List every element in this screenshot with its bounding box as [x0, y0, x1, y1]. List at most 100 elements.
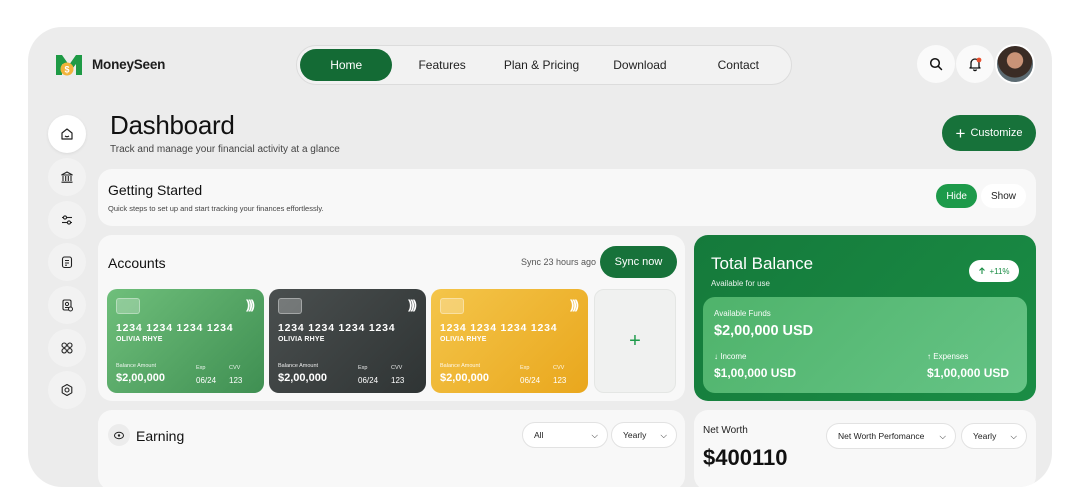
svg-text:$: $ [64, 65, 69, 75]
card-exp: 06/24 [520, 376, 541, 385]
accounts-title: Accounts [108, 255, 166, 271]
nav-contact[interactable]: Contact [689, 49, 788, 81]
bank-icon [61, 171, 73, 183]
chip-icon [278, 298, 302, 314]
card-holder: OLIVIA RHYE [440, 336, 487, 343]
app-window: $ MoneySeen Home Features Plan & Pricing… [28, 27, 1052, 487]
net-worth-value: $400110 [703, 445, 788, 470]
brand-name: MoneySeen [92, 56, 166, 72]
earning-icon [108, 424, 130, 446]
add-card-button[interactable]: + [594, 289, 676, 393]
sliders-icon [62, 215, 72, 225]
cvv-label: CVV [553, 365, 565, 371]
arrow-up-icon [979, 267, 986, 274]
nav-download[interactable]: Download [591, 49, 688, 81]
select-value: All [534, 430, 544, 440]
card-cvv: 123 [553, 376, 567, 385]
account-card[interactable]: ))) 1234 1234 1234 1234 OLIVIA RHYE Bala… [107, 289, 264, 393]
customize-label: Customize [970, 127, 1023, 139]
card-holder: OLIVIA RHYE [116, 336, 163, 343]
page-title: Dashboard [110, 110, 235, 140]
home-icon [61, 128, 73, 140]
brand-logo[interactable]: $ MoneySeen [54, 51, 165, 77]
select-value: Net Worth Perfomance [838, 431, 925, 441]
sidebar-settings[interactable] [48, 371, 86, 409]
balance-label: Balance Amount [278, 363, 319, 369]
moneyseen-logo-icon: $ [54, 51, 84, 77]
earning-filter-select[interactable]: All ⌵ [522, 422, 608, 448]
getting-started-subtitle: Quick steps to set up and start tracking… [108, 204, 324, 213]
apps-icon [61, 342, 73, 354]
contactless-icon: ))) [246, 297, 255, 312]
funds-summary: Available Funds $2,00,000 USD ↓ Income $… [703, 297, 1027, 393]
chip-icon [440, 298, 464, 314]
exp-label: Exp [196, 365, 206, 371]
sidebar-apps[interactable] [48, 329, 86, 367]
card-holder: OLIVIA RHYE [278, 336, 325, 343]
available-funds-value: $2,00,000 USD [714, 323, 814, 339]
chip-icon [116, 298, 140, 314]
plus-icon: + [629, 329, 641, 352]
document-icon [61, 256, 73, 269]
chevron-down-icon: ⌵ [591, 429, 598, 440]
sidebar-home[interactable] [48, 115, 86, 153]
bell-icon [969, 57, 982, 72]
card-number: 1234 1234 1234 1234 [116, 322, 234, 334]
chevron-down-icon: ⌵ [1010, 430, 1017, 441]
customize-button[interactable]: + Customize [942, 115, 1036, 151]
card-number: 1234 1234 1234 1234 [278, 322, 396, 334]
show-button[interactable]: Show [980, 184, 1026, 208]
growth-value: +11% [989, 266, 1010, 276]
getting-started-title: Getting Started [108, 182, 203, 198]
sync-status: Sync 23 hours ago [521, 257, 597, 267]
card-number: 1234 1234 1234 1234 [440, 322, 558, 334]
hide-button[interactable]: Hide [936, 184, 977, 208]
card-exp: 06/24 [358, 376, 379, 385]
sidebar-receipts[interactable] [48, 286, 86, 324]
growth-badge: +11% [969, 260, 1019, 282]
balance-label: Balance Amount [440, 363, 481, 369]
contactless-icon: ))) [570, 297, 579, 312]
nav-plan-pricing[interactable]: Plan & Pricing [492, 49, 591, 81]
getting-started-panel: Getting Started Quick steps to set up an… [98, 169, 1036, 226]
plus-icon: + [955, 123, 966, 143]
earning-panel: Earning All ⌵ Yearly ⌵ [98, 410, 685, 487]
net-worth-period-select[interactable]: Yearly ⌵ [961, 423, 1027, 449]
search-button[interactable] [917, 45, 955, 83]
sidebar-filters[interactable] [48, 201, 86, 239]
available-funds-label: Available Funds [714, 309, 771, 318]
nav-features[interactable]: Features [392, 49, 491, 81]
select-value: Yearly [973, 431, 997, 441]
net-worth-metric-select[interactable]: Net Worth Perfomance ⌵ [826, 423, 956, 449]
notifications-button[interactable] [956, 45, 994, 83]
search-icon [929, 57, 943, 71]
earning-period-select[interactable]: Yearly ⌵ [611, 422, 677, 448]
top-nav: Home Features Plan & Pricing Download Co… [296, 45, 792, 85]
account-card[interactable]: ))) 1234 1234 1234 1234 OLIVIA RHYE Bala… [431, 289, 588, 393]
accounts-panel: Accounts Sync 23 hours ago Sync now ))) … [98, 235, 685, 401]
expenses-label: ↑ Expenses [927, 352, 969, 361]
cvv-label: CVV [229, 365, 241, 371]
sync-now-button[interactable]: Sync now [600, 246, 677, 278]
avatar[interactable] [995, 44, 1035, 84]
card-exp: 06/24 [196, 376, 217, 385]
page-subtitle: Track and manage your financial activity… [110, 144, 340, 155]
net-worth-panel: Net Worth $400110 Net Worth Perfomance ⌵… [694, 410, 1036, 487]
settings-icon [61, 383, 73, 397]
card-balance: $2,00,000 [440, 372, 489, 384]
sidebar-bank[interactable] [48, 158, 86, 196]
cvv-label: CVV [391, 365, 403, 371]
exp-label: Exp [358, 365, 368, 371]
nav-home[interactable]: Home [300, 49, 393, 81]
card-balance: $2,00,000 [278, 372, 327, 384]
card-cvv: 123 [229, 376, 243, 385]
balance-label: Balance Amount [116, 363, 157, 369]
total-balance-title: Total Balance [711, 254, 814, 273]
contactless-icon: ))) [408, 297, 417, 312]
chevron-down-icon: ⌵ [939, 430, 946, 441]
hide-show-toggle: Hide Show [936, 184, 1026, 208]
income-value: $1,00,000 USD [714, 366, 797, 380]
exp-label: Exp [520, 365, 530, 371]
sidebar-documents[interactable] [48, 243, 86, 281]
account-card[interactable]: ))) 1234 1234 1234 1234 OLIVIA RHYE Bala… [269, 289, 426, 393]
